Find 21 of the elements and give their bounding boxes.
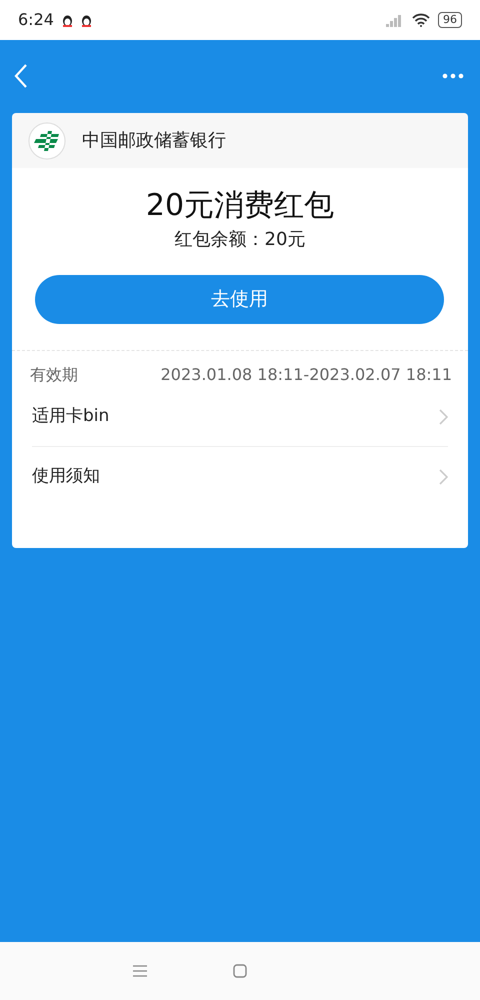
bank-name: 中国邮政储蓄银行 [82,129,226,153]
validity-label: 有效期 [30,364,78,386]
back-icon[interactable] [14,63,28,89]
coupon-title: 20元消费红包 [144,187,336,225]
status-time: 6:24 [18,9,54,31]
balance-text: 红包余额：20元 [174,229,306,250]
chevron-icon [439,469,448,485]
menu-icon[interactable] [133,965,147,977]
wifi-icon [412,13,430,27]
penguin-icon [80,14,92,26]
battery-icon: 96 [438,12,462,28]
signal-icon [386,14,404,26]
more-icon[interactable] [442,73,464,79]
home-icon[interactable] [233,964,247,978]
use-button[interactable]: 去使用 [35,275,444,324]
validity-value: 2023.01.08 18:11-2023.02.07 18:11 [160,364,452,386]
list-row[interactable]: 适用卡bin [32,387,448,447]
penguin-icon [62,14,73,26]
list-row[interactable]: 使用须知 [32,447,448,507]
bank-logo [28,122,66,160]
chevron-icon [439,408,448,424]
